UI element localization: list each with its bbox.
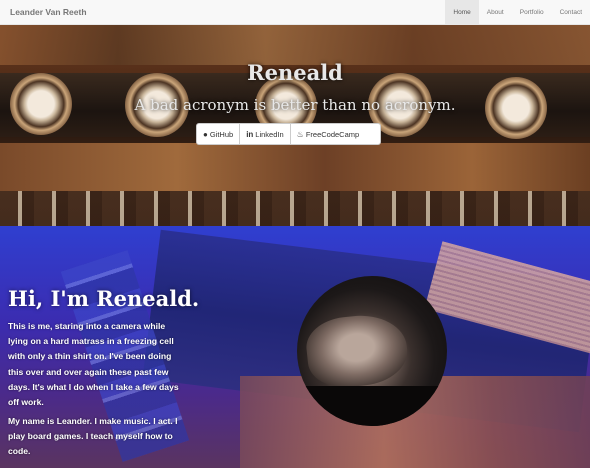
nav-item-about[interactable]: About <box>479 0 512 25</box>
nav-item-contact[interactable]: Contact <box>552 0 590 25</box>
linkedin-icon: in <box>246 129 254 139</box>
social-button-group: ● GitHub in LinkedIn ♨ FreeCodeCamp <box>196 123 381 145</box>
hero-subtitle: A bad acronym is better than no acronym. <box>134 96 456 114</box>
about-section: Hi, I'm Reneald. This is me, staring int… <box>0 226 590 468</box>
github-icon: ● <box>203 129 208 139</box>
profile-photo <box>297 276 447 426</box>
hero-title: Reneald <box>247 60 343 85</box>
nav-menu: Home About Portfolio Contact <box>445 0 590 25</box>
fire-icon: ♨ <box>296 129 304 139</box>
github-button[interactable]: ● GitHub <box>197 124 241 144</box>
linkedin-button[interactable]: in LinkedIn <box>240 124 291 144</box>
about-title: Hi, I'm Reneald. <box>8 286 200 311</box>
brand-link[interactable]: Leander Van Reeth <box>0 7 87 17</box>
nav-item-home[interactable]: Home <box>445 0 479 25</box>
navbar: Leander Van Reeth Home About Portfolio C… <box>0 0 590 25</box>
about-paragraph: My name is Leander. I make music. I act.… <box>8 416 178 457</box>
freecodecamp-button[interactable]: ♨ FreeCodeCamp <box>291 124 366 144</box>
hero-section: Reneald A bad acronym is better than no … <box>0 25 590 226</box>
nav-item-portfolio[interactable]: Portfolio <box>512 0 552 25</box>
about-paragraph: This is me, staring into a camera while … <box>8 321 179 408</box>
